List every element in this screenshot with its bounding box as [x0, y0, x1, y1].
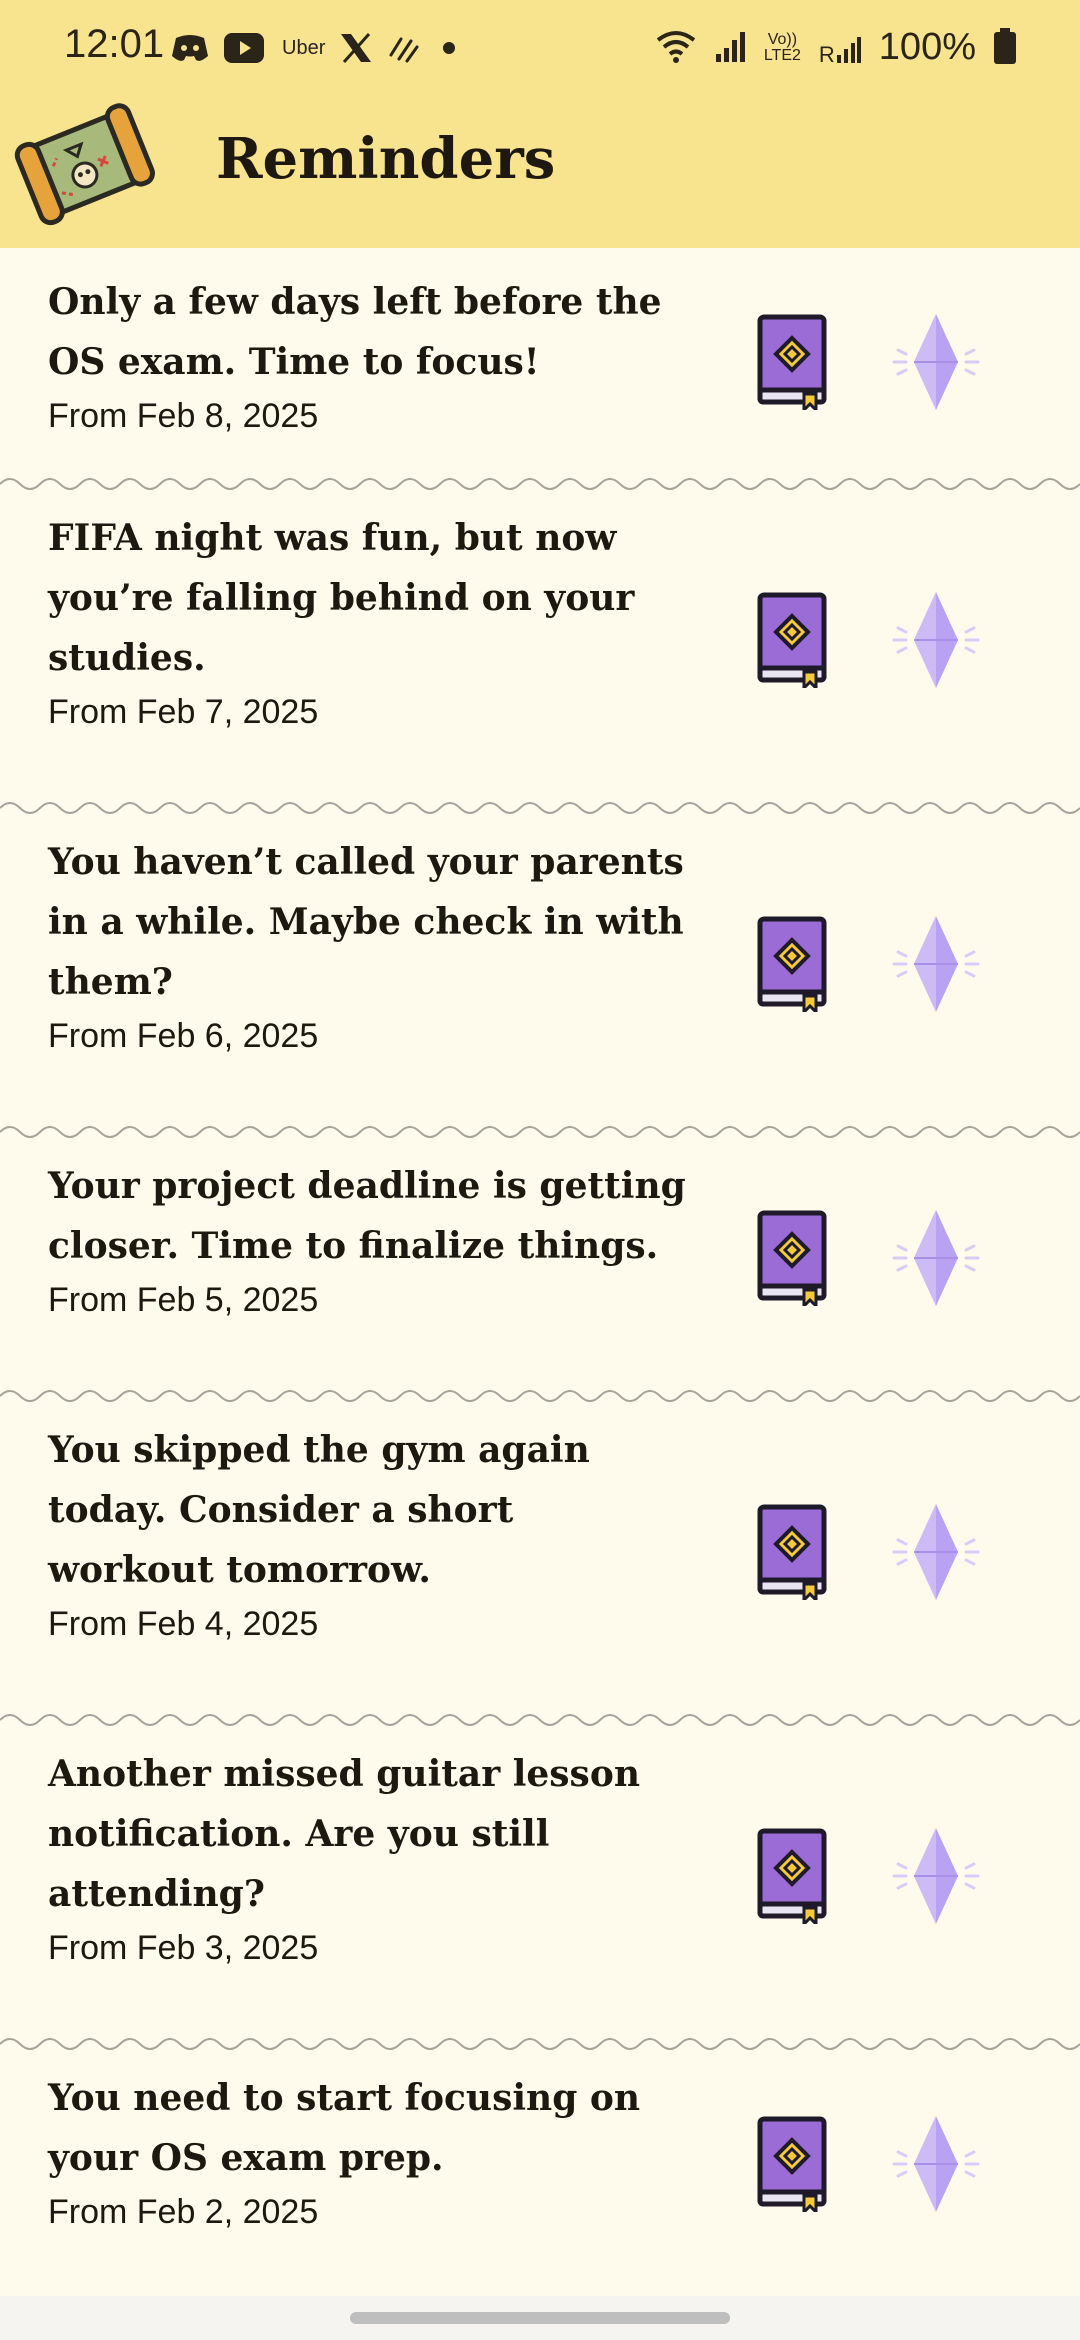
reminder-date: From Feb 4, 2025	[48, 1605, 319, 1643]
reminder-message: You skipped the gym again today. Conside…	[48, 1429, 590, 1591]
strava-icon	[387, 30, 421, 66]
reminder-text: Only a few days left before the OS exam.…	[48, 272, 688, 438]
crystal-icon[interactable]	[888, 1502, 984, 1602]
page-title: Reminders	[216, 126, 556, 192]
youtube-icon	[224, 30, 264, 66]
status-time: 12:01	[64, 22, 165, 66]
reminder-message: FIFA night was fun, but now you’re falli…	[48, 517, 635, 679]
reminder-message: You need to start focusing on your OS ex…	[48, 2077, 641, 2179]
reminder-date: From Feb 6, 2025	[48, 1017, 319, 1055]
crystal-icon[interactable]	[888, 312, 984, 412]
reminder-item[interactable]: You need to start focusing on your OS ex…	[0, 2044, 1080, 2296]
x-icon	[339, 30, 373, 66]
reminder-item[interactable]: You skipped the gym again today. Conside…	[0, 1396, 1080, 1720]
reminder-item[interactable]: FIFA night was fun, but now you’re falli…	[0, 484, 1080, 808]
uber-icon: Uber	[282, 36, 326, 59]
reminder-message: Another missed guitar lesson notificatio…	[48, 1753, 641, 1915]
reminder-text: FIFA night was fun, but now you’re falli…	[48, 508, 688, 734]
notification-icons: Uber	[170, 30, 456, 66]
treasure-map-icon	[14, 103, 155, 226]
reminder-date: From Feb 5, 2025	[48, 1281, 319, 1319]
network-lte-label: LTE2	[763, 46, 801, 64]
reminder-item[interactable]: Your project deadline is getting closer.…	[0, 1132, 1080, 1396]
reminder-item[interactable]: Only a few days left before the OS exam.…	[0, 248, 1080, 484]
book-icon[interactable]	[756, 2116, 828, 2212]
book-icon[interactable]	[756, 916, 828, 1012]
crystal-icon[interactable]	[888, 914, 984, 1014]
reminder-date: From Feb 3, 2025	[48, 1929, 319, 1967]
reminder-message: You haven’t called your parents in a whi…	[48, 841, 684, 1003]
network-type: Vo)) LTE2	[763, 30, 801, 64]
battery-icon	[994, 27, 1016, 68]
wifi-icon	[654, 28, 698, 68]
reminder-item[interactable]: You haven’t called your parents in a whi…	[0, 808, 1080, 1132]
book-icon[interactable]	[756, 314, 828, 410]
book-icon[interactable]	[756, 1828, 828, 1924]
more-notifications-dot	[443, 42, 456, 54]
discord-icon	[170, 30, 210, 66]
app-header-background: 12:01 Uber Vo)) LTE2 R 100% Reminders	[0, 0, 1080, 248]
reminder-text: Your project deadline is getting closer.…	[48, 1156, 688, 1322]
book-icon[interactable]	[756, 1210, 828, 1306]
reminder-date: From Feb 7, 2025	[48, 693, 319, 731]
reminder-date: From Feb 2, 2025	[48, 2193, 319, 2231]
reminder-message: Only a few days left before the OS exam.…	[48, 281, 662, 383]
reminder-item[interactable]: Another missed guitar lesson notificatio…	[0, 1720, 1080, 2044]
app-bar: Reminders	[0, 103, 1080, 248]
battery-percentage: 100%	[878, 26, 976, 68]
book-icon[interactable]	[756, 1504, 828, 1600]
signal-icon	[715, 30, 746, 66]
reminder-date: From Feb 8, 2025	[48, 397, 319, 435]
reminder-message: Your project deadline is getting closer.…	[48, 1165, 686, 1267]
roaming-label: R	[818, 41, 835, 67]
home-gesture-handle[interactable]	[350, 2312, 730, 2324]
crystal-icon[interactable]	[888, 1826, 984, 1926]
crystal-icon[interactable]	[888, 1208, 984, 1308]
reminder-text: You skipped the gym again today. Conside…	[48, 1420, 688, 1646]
reminder-text: Another missed guitar lesson notificatio…	[48, 1744, 688, 1970]
book-icon[interactable]	[756, 592, 828, 688]
crystal-icon[interactable]	[888, 2114, 984, 2214]
crystal-icon[interactable]	[888, 590, 984, 690]
reminder-text: You haven’t called your parents in a whi…	[48, 832, 688, 1058]
system-status: Vo)) LTE2 R 100%	[654, 26, 1016, 69]
signal-roaming-icon: R	[818, 33, 861, 67]
status-bar: 12:01 Uber Vo)) LTE2 R 100%	[0, 0, 1080, 104]
network-volte-label: Vo))	[767, 30, 798, 48]
reminder-text: You need to start focusing on your OS ex…	[48, 2068, 688, 2234]
